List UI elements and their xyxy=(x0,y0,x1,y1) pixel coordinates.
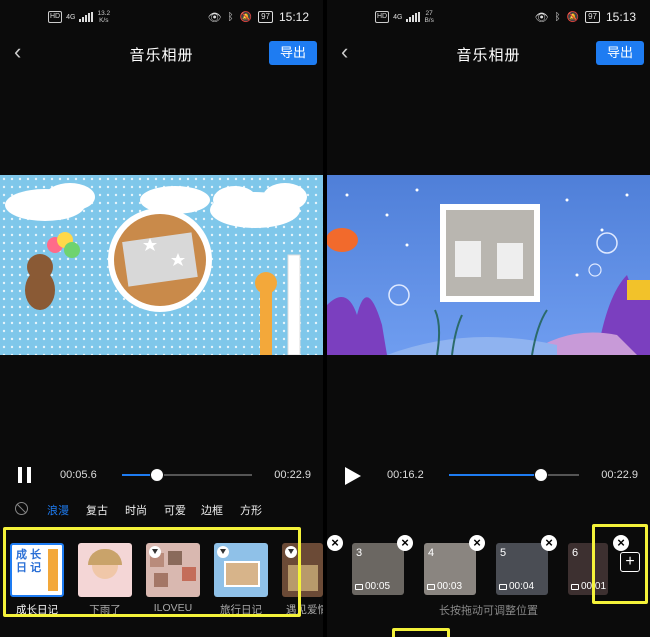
tab-romantic[interactable]: 浪漫 xyxy=(47,502,69,518)
clip-item[interactable]: 4 00:03 xyxy=(424,543,476,595)
tab-cute[interactable]: 可爱 xyxy=(164,502,186,518)
image-icon xyxy=(571,583,579,590)
hd-badge: HD xyxy=(48,11,63,23)
progress-knob[interactable] xyxy=(150,468,165,482)
remove-clip-icon[interactable]: × xyxy=(397,535,413,551)
right-screen: HD 4G 27 B/s 👁 ᛒ 🔕 97 15:13 ‹ 音乐相册 导出 00… xyxy=(327,0,650,637)
pause-icon[interactable] xyxy=(18,467,32,488)
export-button[interactable]: 导出 xyxy=(269,41,317,65)
total-time: 00:22.9 xyxy=(274,469,311,481)
eye-icon: 👁 xyxy=(534,11,549,24)
clip-duration: 00:05 xyxy=(355,581,390,592)
battery-indicator: 97 xyxy=(258,11,273,23)
video-preview[interactable] xyxy=(0,175,323,355)
mute-icon: 🔕 xyxy=(566,11,580,23)
current-time: 00:05.6 xyxy=(60,469,97,481)
remove-clip-icon[interactable]: × xyxy=(541,535,557,551)
bluetooth-icon: ᛒ xyxy=(227,11,234,23)
signal-icon xyxy=(79,12,94,22)
clip-item[interactable]: 3 00:05 xyxy=(352,543,404,595)
progress-slider[interactable] xyxy=(449,468,579,482)
progress-fill xyxy=(449,474,542,476)
no-style-icon[interactable] xyxy=(15,502,28,515)
preview-image xyxy=(0,175,323,355)
progress-slider[interactable] xyxy=(122,468,252,482)
highlight-box xyxy=(592,524,648,604)
highlight-box xyxy=(392,628,450,637)
remove-clip-icon[interactable]: × xyxy=(469,535,485,551)
total-time: 00:22.9 xyxy=(601,469,638,481)
export-button[interactable]: 导出 xyxy=(596,41,644,65)
image-icon xyxy=(427,583,435,590)
playback-controls: 00:16.2 00:22.9 xyxy=(327,463,650,487)
current-time: 00:16.2 xyxy=(387,469,424,481)
network-label: 4G xyxy=(393,13,403,21)
eye-icon: 👁 xyxy=(207,11,222,24)
preview-image xyxy=(327,175,650,355)
video-preview[interactable] xyxy=(327,175,650,355)
network-speed: 27 B/s xyxy=(424,10,434,24)
top-bar: ‹ 音乐相册 导出 xyxy=(327,38,650,68)
hd-badge: HD xyxy=(375,11,390,23)
progress-knob[interactable] xyxy=(534,468,549,482)
status-bar: HD 4G 27 B/s 👁 ᛒ 🔕 97 15:13 xyxy=(327,8,650,30)
style-tabs: 浪漫 复古 时尚 可爱 边框 方形 xyxy=(0,500,323,518)
clip-number: 5 xyxy=(500,547,507,559)
tab-retro[interactable]: 复古 xyxy=(86,502,108,518)
mute-icon: 🔕 xyxy=(239,11,253,23)
clip-number: 4 xyxy=(428,547,435,559)
tab-square[interactable]: 方形 xyxy=(240,502,262,518)
playback-controls: 00:05.6 00:22.9 xyxy=(0,463,323,487)
remove-clip-icon[interactable]: × xyxy=(327,535,343,551)
drag-hint: 长按拖动可调整位置 xyxy=(439,605,538,617)
tab-border[interactable]: 边框 xyxy=(201,502,223,518)
battery-indicator: 97 xyxy=(585,11,600,23)
signal-icon xyxy=(406,12,421,22)
network-label: 4G xyxy=(66,13,76,21)
clip-number: 6 xyxy=(572,547,579,559)
play-icon[interactable] xyxy=(345,467,361,490)
clip-duration: 00:03 xyxy=(427,581,462,592)
bluetooth-icon: ᛒ xyxy=(554,11,561,23)
top-bar: ‹ 音乐相册 导出 xyxy=(0,38,323,68)
clip-number: 3 xyxy=(356,547,363,559)
clip-duration: 00:04 xyxy=(499,581,534,592)
clip-item[interactable]: 5 00:04 xyxy=(496,543,548,595)
left-screen: HD 4G 13.2K/s 👁 ᛒ 🔕 97 15:12 ‹ 音乐相册 导出 xyxy=(0,0,323,637)
image-icon xyxy=(355,583,363,590)
tab-fashion[interactable]: 时尚 xyxy=(125,502,147,518)
image-icon xyxy=(499,583,507,590)
clock: 15:12 xyxy=(278,10,309,24)
clock: 15:13 xyxy=(605,10,636,24)
network-speed: 13.2 K/s xyxy=(97,10,111,24)
highlight-box xyxy=(3,527,301,617)
status-bar: HD 4G 13.2 K/s 👁 ᛒ 🔕 97 15:12 xyxy=(0,8,323,30)
